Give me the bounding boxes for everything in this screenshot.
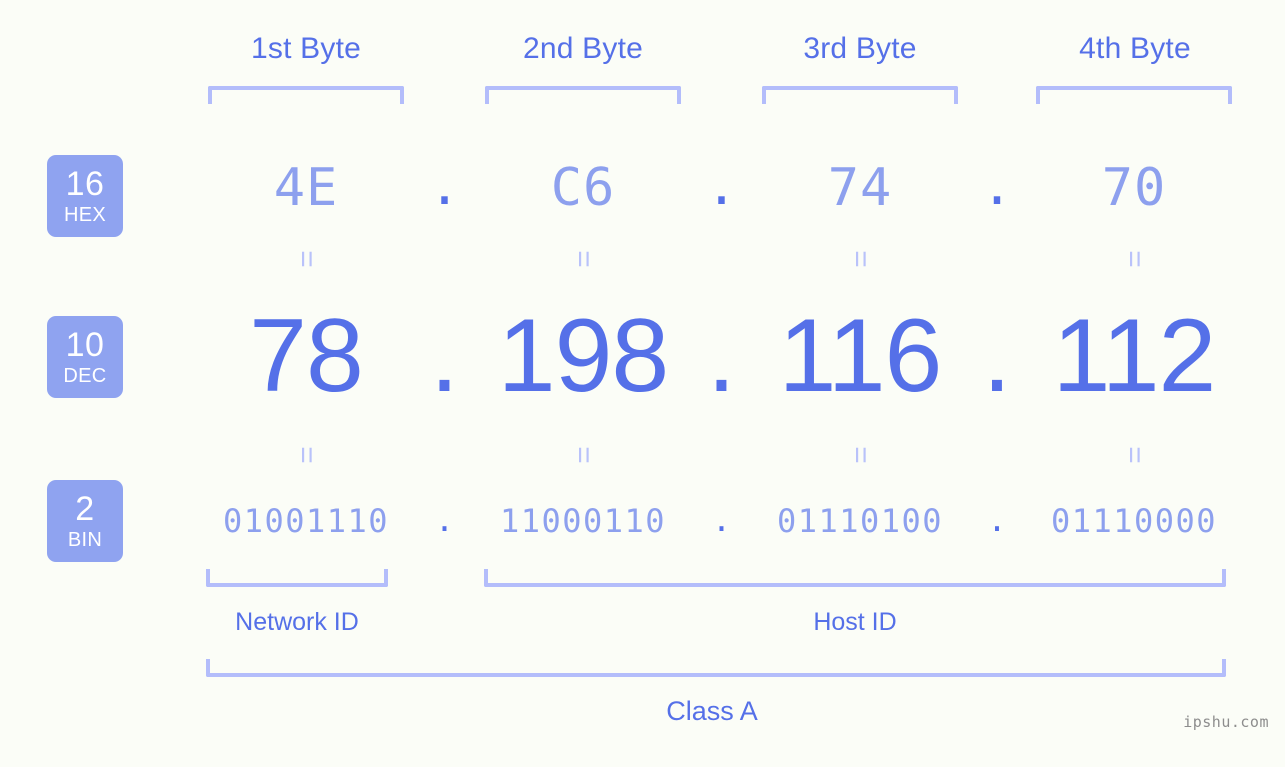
class-label: Class A xyxy=(666,696,758,726)
bin-separator-2: . xyxy=(711,501,732,540)
base-badge-dec-name: DEC xyxy=(63,365,107,387)
bin-value-row: 01001110 . 11000110 . 01110100 . 0111000… xyxy=(150,496,1285,546)
host-id-bracket xyxy=(484,569,1226,587)
byte-header-label-4: 4th Byte xyxy=(1079,32,1191,65)
byte-bracket-3 xyxy=(762,86,958,104)
dec-separator-2: . xyxy=(707,297,736,414)
bin-separator-1: . xyxy=(434,501,455,540)
byte-header-label-2: 2nd Byte xyxy=(522,32,644,65)
watermark: ipshu.com xyxy=(1183,713,1269,731)
ip-address-diagram: 1st Byte 2nd Byte 3rd Byte 4th Byte 16 H… xyxy=(0,0,1285,767)
base-badge-bin-name: BIN xyxy=(67,529,103,551)
equals-row-hex-dec: = = = = xyxy=(150,242,1285,276)
base-badge-bin: 2 BIN xyxy=(47,480,123,562)
host-id-label: Host ID xyxy=(813,608,897,636)
bin-separator-3: . xyxy=(987,501,1007,540)
byte-header-label-3: 3rd Byte xyxy=(803,32,917,65)
bin-byte-3: 01110100 xyxy=(776,502,944,540)
base-badge-bin-number: 2 xyxy=(75,490,95,528)
class-bracket xyxy=(206,659,1226,677)
hex-separator-1: . xyxy=(428,157,461,218)
network-id-label: Network ID xyxy=(235,608,359,636)
byte-bracket-4 xyxy=(1036,86,1232,104)
dec-separator-1: . xyxy=(430,297,459,414)
base-badge-hex: 16 HEX xyxy=(47,155,123,237)
byte-bracket-1 xyxy=(208,86,404,104)
byte-header-label-1: 1st Byte xyxy=(251,32,361,65)
dec-separator-3: . xyxy=(982,297,1012,414)
network-id-bracket xyxy=(206,569,388,587)
base-badge-hex-name: HEX xyxy=(63,204,107,226)
base-badge-hex-number: 16 xyxy=(65,165,105,203)
bin-byte-2: 11000110 xyxy=(499,502,667,540)
byte-bracket-2 xyxy=(485,86,681,104)
equals-row-dec-bin: = = = = xyxy=(150,438,1285,472)
base-badge-dec: 10 DEC xyxy=(47,316,123,398)
bin-byte-1: 01001110 xyxy=(222,502,390,540)
base-badge-dec-number: 10 xyxy=(65,326,105,364)
bin-byte-4: 01110000 xyxy=(1050,502,1218,540)
hex-separator-3: . xyxy=(981,157,1013,218)
hex-separator-2: . xyxy=(705,157,738,218)
